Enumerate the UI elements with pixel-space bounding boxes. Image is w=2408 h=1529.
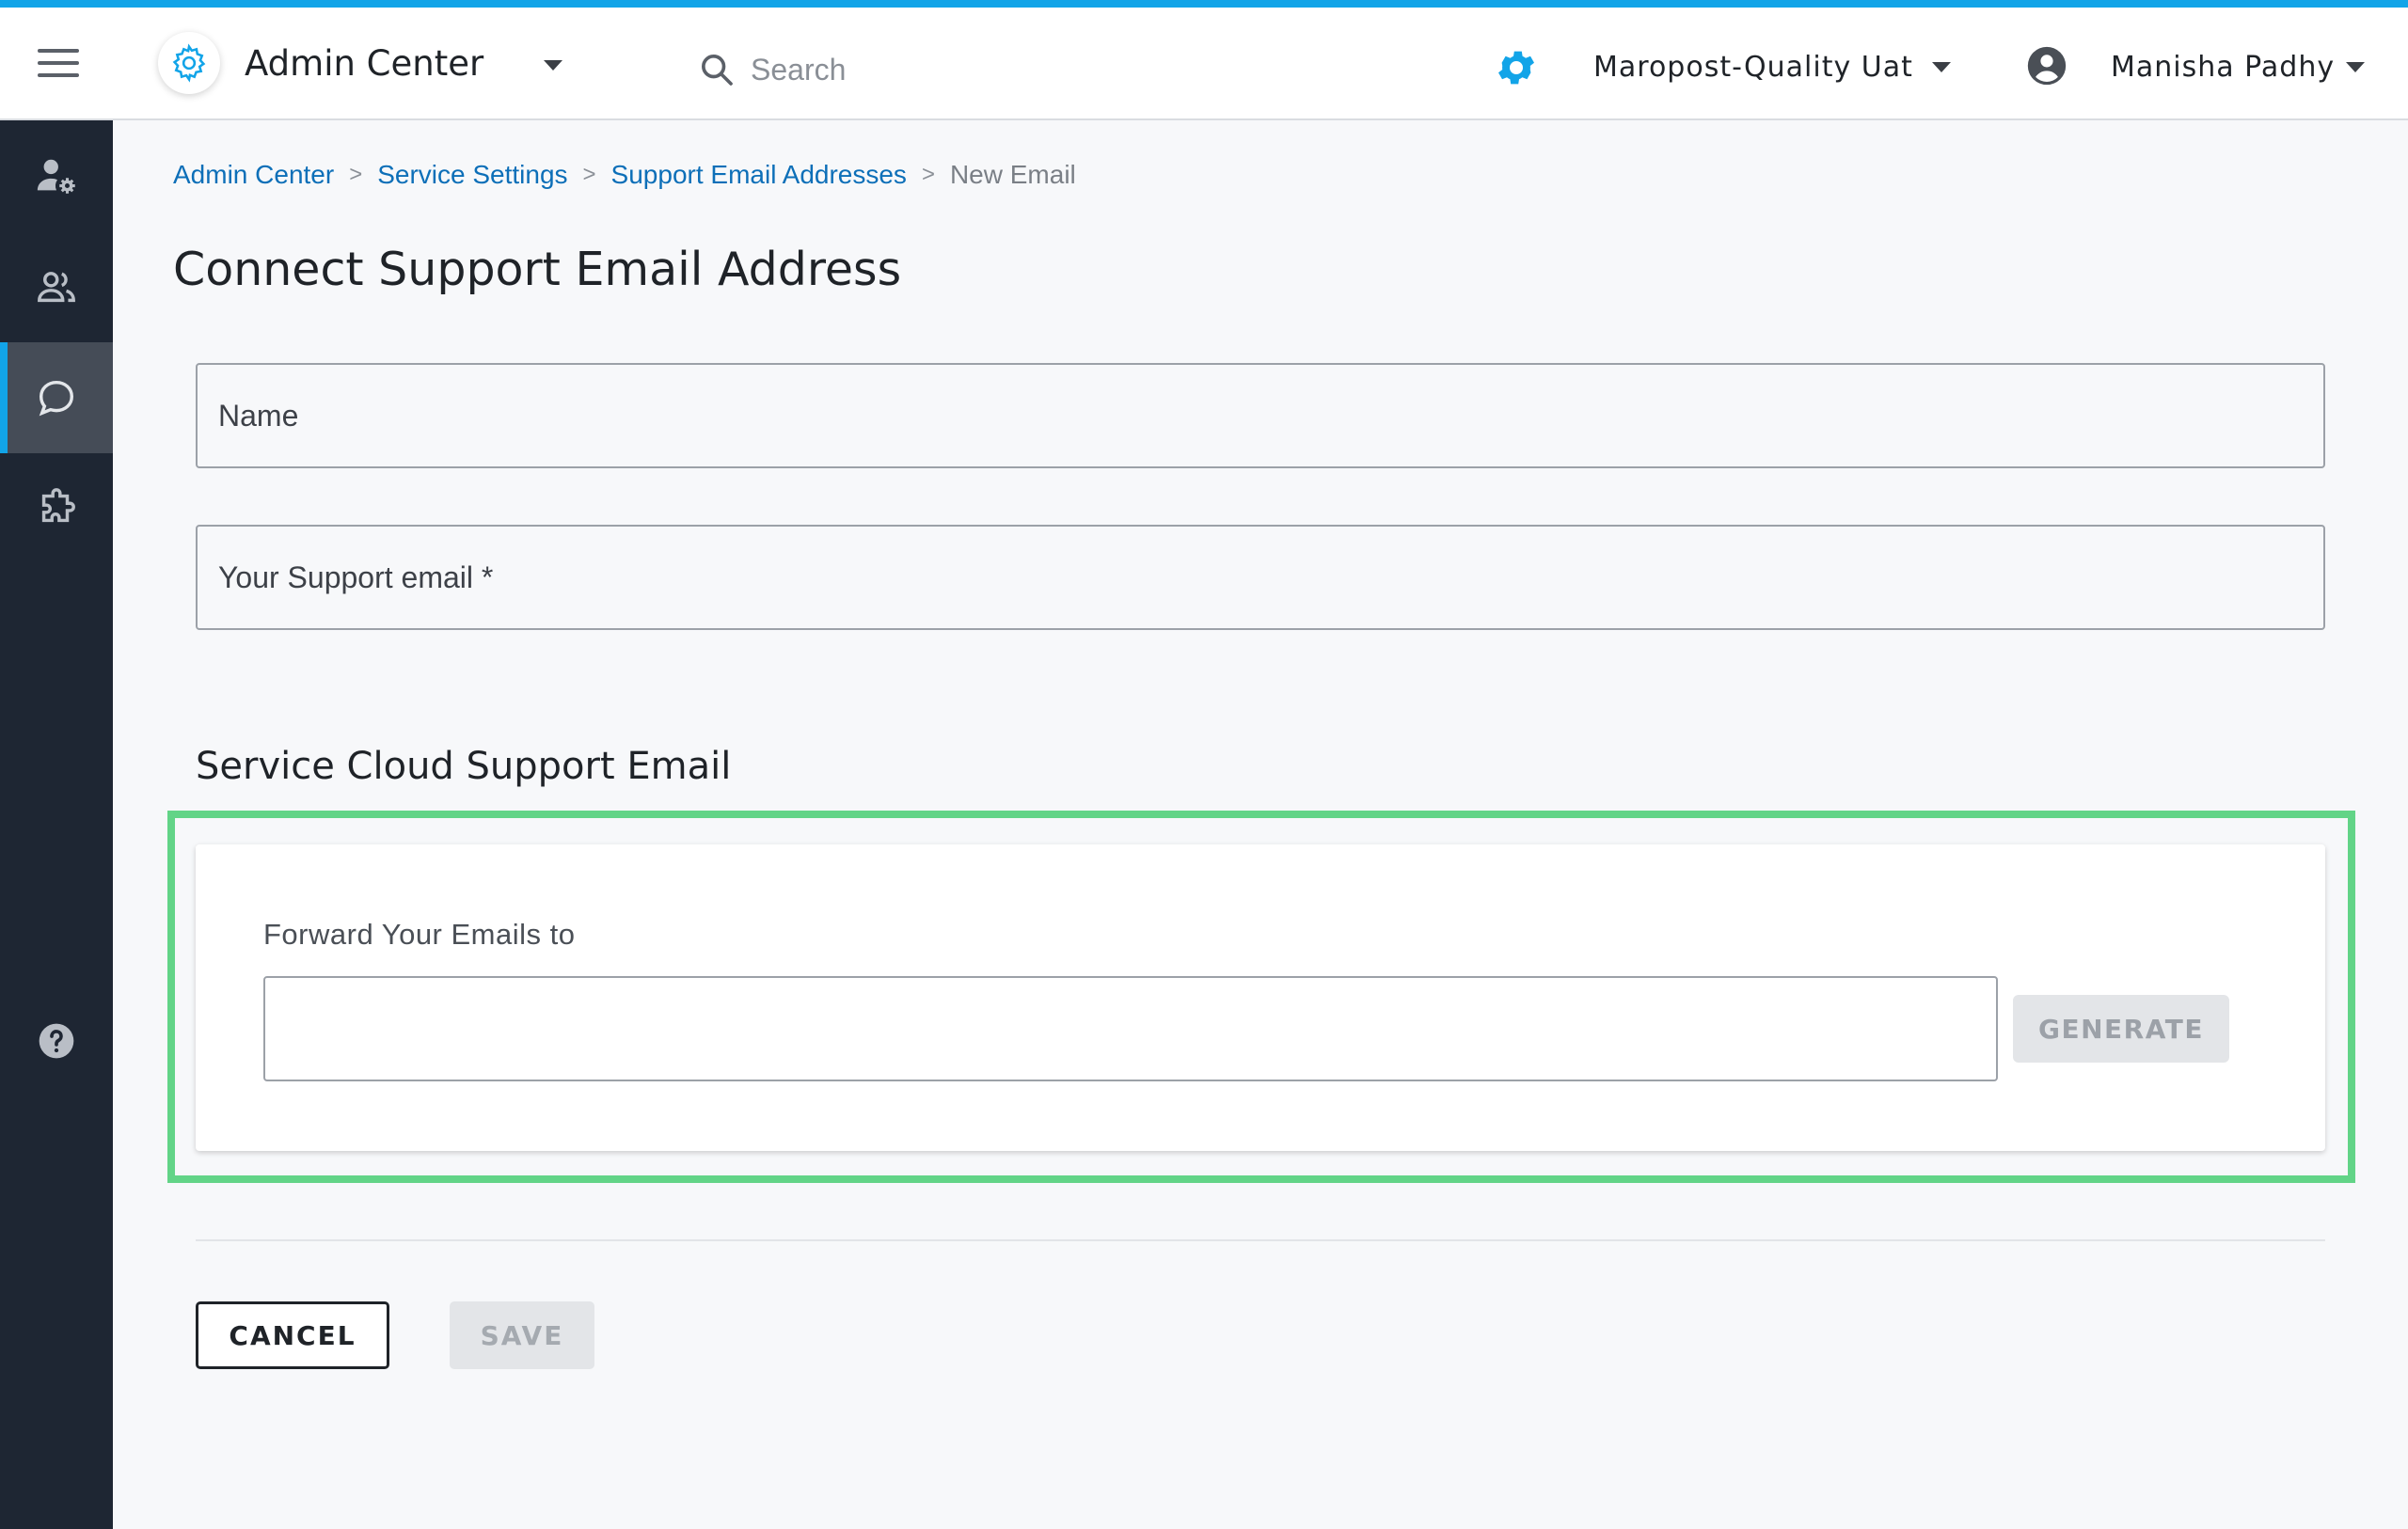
- breadcrumb-separator: >: [921, 162, 935, 187]
- name-field[interactable]: [196, 363, 2325, 468]
- support-email-input[interactable]: [198, 527, 2323, 628]
- cancel-button[interactable]: CANCEL: [196, 1301, 389, 1369]
- sidebar-item-integrations[interactable]: [0, 453, 113, 564]
- forward-email-card: Forward Your Emails to GENERATE: [196, 844, 2325, 1151]
- forward-email-input[interactable]: [265, 978, 1996, 1080]
- tenant-caret-icon[interactable]: [1932, 62, 1951, 72]
- app-title: Admin Center: [245, 43, 484, 84]
- app-switcher-caret-icon[interactable]: [544, 60, 562, 71]
- search-input[interactable]: [751, 52, 1070, 87]
- section-title: Service Cloud Support Email: [196, 745, 732, 788]
- tenant-selector[interactable]: Maropost-Quality Uat: [1593, 51, 1913, 84]
- forward-emails-label: Forward Your Emails to: [263, 918, 576, 951]
- sidebar-item-help[interactable]: [0, 985, 113, 1096]
- sidebar-item-user-settings[interactable]: [0, 120, 113, 231]
- sidebar-item-service[interactable]: [0, 342, 113, 453]
- hamburger-menu-icon[interactable]: [38, 49, 79, 79]
- save-button[interactable]: SAVE: [450, 1301, 594, 1369]
- help-icon: [39, 1023, 74, 1059]
- forward-email-field[interactable]: [263, 976, 1998, 1081]
- top-bar: Admin Center Maropost-Quality Uat Manish…: [0, 0, 2408, 120]
- settings-gear-icon[interactable]: [1494, 45, 1539, 90]
- sidebar-item-users[interactable]: [0, 231, 113, 342]
- divider: [196, 1239, 2325, 1241]
- search-icon: [702, 55, 733, 86]
- admin-center-logo-icon: [158, 32, 220, 94]
- sidebar: [0, 120, 113, 1529]
- support-email-field[interactable]: [196, 525, 2325, 630]
- chat-bubble-icon: [39, 380, 74, 417]
- breadcrumb-service-settings[interactable]: Service Settings: [377, 160, 567, 190]
- breadcrumb-admin-center[interactable]: Admin Center: [173, 160, 334, 190]
- breadcrumb-current: New Email: [949, 160, 1076, 189]
- user-menu[interactable]: Manisha Padhy: [2111, 51, 2335, 84]
- puzzle-icon: [41, 488, 75, 523]
- user-avatar-icon[interactable]: [2026, 45, 2067, 87]
- breadcrumb: Admin Center > Service Settings > Suppor…: [173, 160, 1076, 190]
- name-input[interactable]: [198, 365, 2323, 466]
- page-title: Connect Support Email Address: [173, 243, 902, 296]
- users-icon: [38, 272, 75, 303]
- breadcrumb-separator: >: [349, 162, 363, 187]
- breadcrumb-support-email-addresses[interactable]: Support Email Addresses: [611, 160, 907, 190]
- breadcrumb-separator: >: [582, 162, 596, 187]
- user-settings-icon: [37, 159, 75, 194]
- main-content: Admin Center > Service Settings > Suppor…: [113, 122, 2408, 1529]
- user-menu-caret-icon[interactable]: [2346, 62, 2365, 72]
- generate-button[interactable]: GENERATE: [2013, 995, 2229, 1063]
- search-bar[interactable]: [698, 45, 1093, 94]
